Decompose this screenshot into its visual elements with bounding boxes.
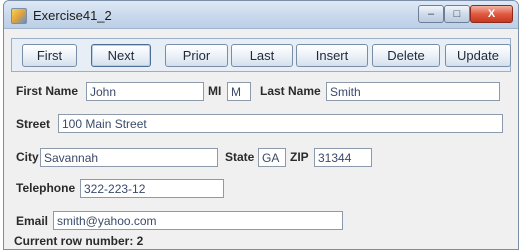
next-button[interactable]: Next — [91, 44, 151, 67]
street-field[interactable] — [58, 114, 503, 133]
email-field[interactable] — [53, 211, 343, 230]
telephone-field[interactable] — [80, 179, 224, 198]
update-button[interactable]: Update — [445, 44, 511, 67]
zip-field[interactable] — [314, 148, 372, 167]
first-button[interactable]: First — [22, 44, 77, 67]
telephone-label: Telephone — [16, 181, 76, 195]
prior-button[interactable]: Prior — [165, 44, 228, 67]
mi-label: MI — [208, 84, 222, 98]
last-button[interactable]: Last — [231, 44, 293, 67]
current-row-status: Current row number: 2 — [14, 234, 144, 248]
java-app-icon — [11, 8, 27, 24]
city-field[interactable] — [40, 148, 218, 167]
last-name-field[interactable] — [326, 82, 500, 101]
insert-button[interactable]: Insert — [296, 44, 368, 67]
mi-field[interactable] — [227, 82, 251, 101]
button-toolbar: First Next Prior Last Insert Delete Upda… — [11, 38, 511, 72]
delete-button[interactable]: Delete — [372, 44, 440, 67]
state-label: State — [225, 150, 255, 164]
street-label: Street — [16, 117, 51, 131]
window-title: Exercise41_2 — [33, 8, 112, 23]
last-name-label: Last Name — [260, 84, 321, 98]
title-bar[interactable]: Exercise41_2 – □ X — [4, 1, 518, 29]
app-window: Exercise41_2 – □ X First Next Prior Last… — [3, 0, 519, 250]
city-label: City — [16, 150, 39, 164]
minimize-button[interactable]: – — [418, 5, 444, 23]
zip-label: ZIP — [290, 150, 309, 164]
close-button[interactable]: X — [470, 5, 513, 23]
state-field[interactable] — [258, 148, 286, 167]
first-name-field[interactable] — [86, 82, 204, 101]
first-name-label: First Name — [16, 84, 79, 98]
email-label: Email — [16, 214, 49, 228]
maximize-button[interactable]: □ — [444, 5, 470, 23]
